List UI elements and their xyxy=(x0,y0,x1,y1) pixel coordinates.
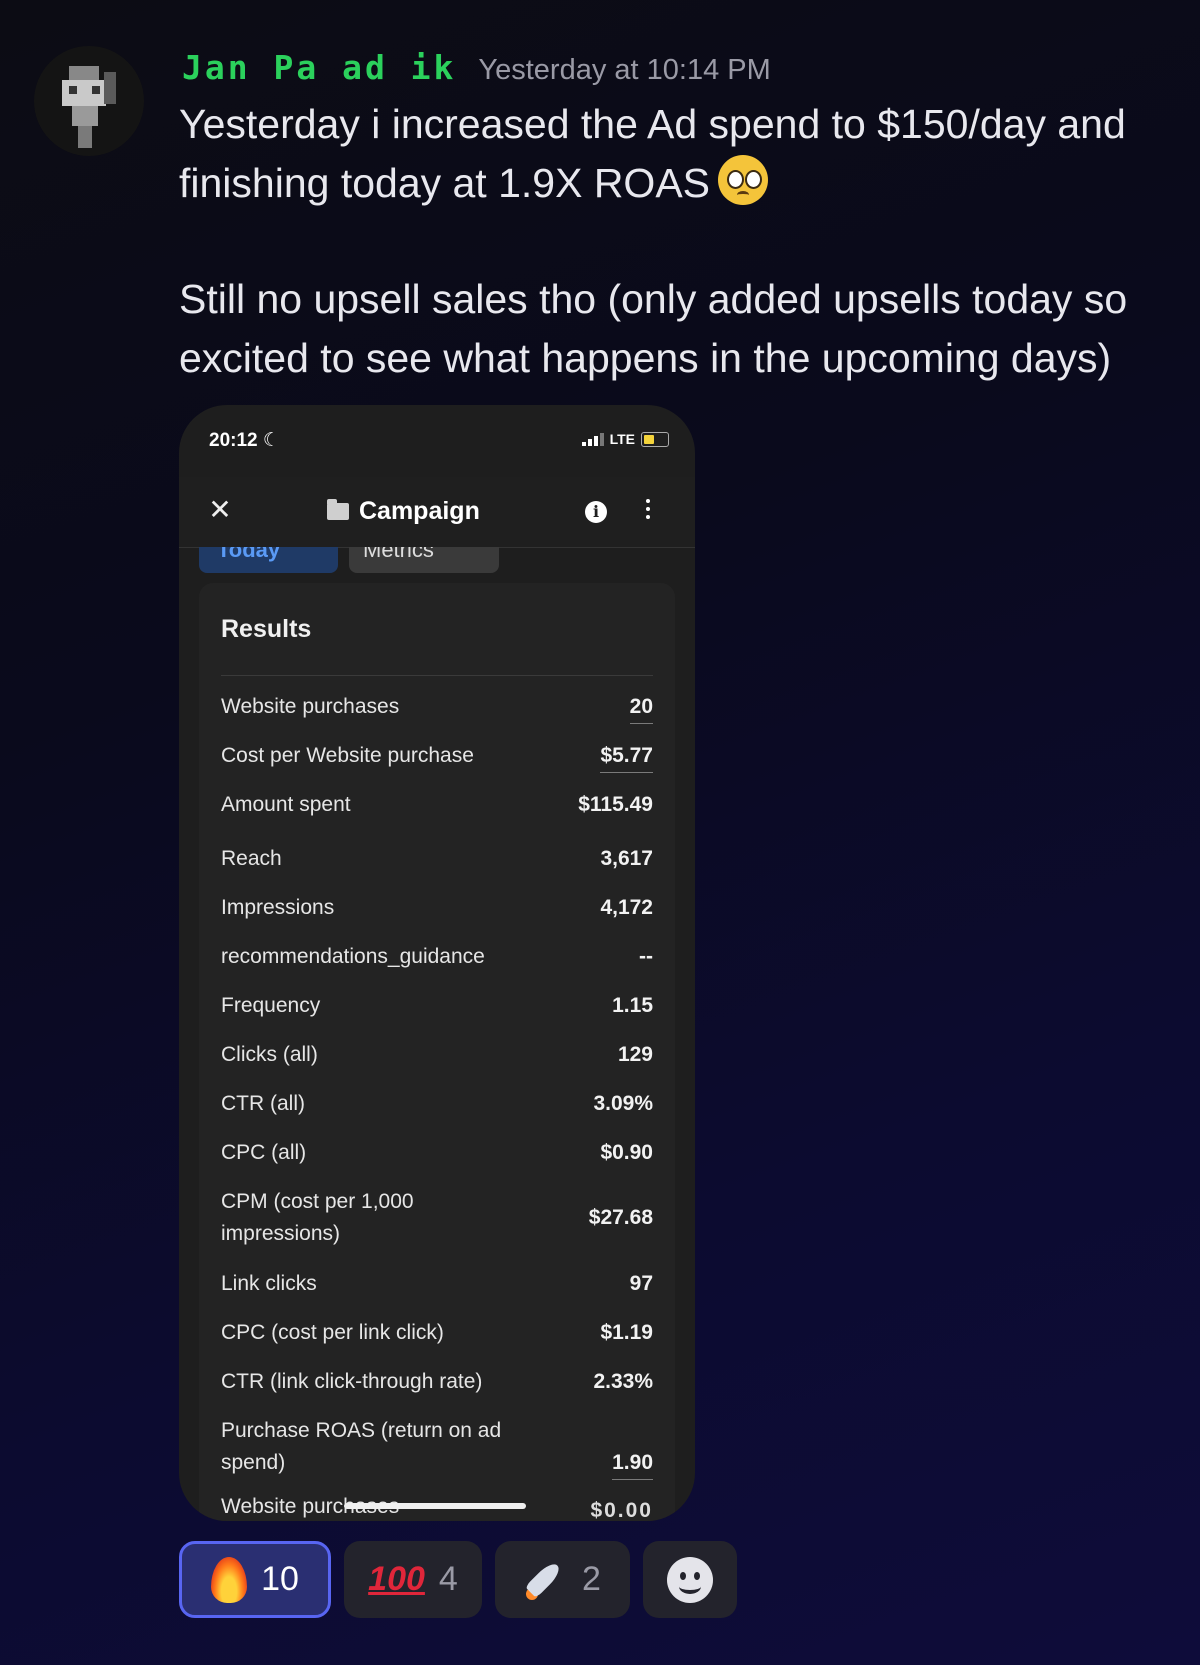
metric-label: Clicks (all) xyxy=(221,1043,318,1066)
folder-icon xyxy=(327,499,349,520)
metric-label: CPM (cost per 1,000 impressions) xyxy=(221,1190,414,1245)
metric-value: $27.68 xyxy=(588,1206,653,1229)
message-text-2: Still no upsell sales tho (only added up… xyxy=(179,276,1128,381)
reaction-hundred[interactable]: 100 4 xyxy=(344,1541,482,1618)
reaction-count: 4 xyxy=(438,1560,458,1598)
metric-value: $1.19 xyxy=(600,1321,653,1344)
results-title: Results xyxy=(221,615,312,643)
message-text-1: Yesterday i increased the Ad spend to $1… xyxy=(179,95,1179,213)
hundred-points-icon: 100 xyxy=(368,1560,425,1598)
moon-icon: ☾ xyxy=(262,430,280,451)
status-time: 20:12 xyxy=(209,430,258,451)
metric-value[interactable]: 20 xyxy=(629,691,653,724)
signal-icon xyxy=(581,432,604,446)
metric-value-cut: $0.00 xyxy=(590,1499,653,1521)
metric-label: Purchase ROAS (return on ad spend) xyxy=(221,1419,502,1474)
network-label: LTE xyxy=(609,431,635,447)
metric-value: 1.15 xyxy=(612,994,653,1017)
metric-label: Link clicks xyxy=(221,1272,317,1295)
metric-label: Amount spent xyxy=(221,793,351,816)
home-indicator xyxy=(344,1503,526,1509)
close-icon[interactable]: ✕ xyxy=(205,495,235,525)
metric-value: $0.90 xyxy=(600,1141,653,1164)
more-options-icon[interactable] xyxy=(643,495,653,525)
metric-label: Frequency xyxy=(221,994,321,1017)
avatar[interactable] xyxy=(34,46,144,156)
metric-value: 2.33% xyxy=(593,1370,653,1393)
metric-value: 4,172 xyxy=(600,896,653,919)
metric-label: Cost per Website purchase xyxy=(221,744,474,767)
metric-label: recommendations_guidance xyxy=(221,945,485,968)
metric-value: $115.49 xyxy=(578,793,653,816)
metric-value: 97 xyxy=(629,1272,653,1295)
app-topbar: ✕ Campaign i xyxy=(179,477,695,548)
fire-icon xyxy=(211,1556,248,1603)
metric-value: 3,617 xyxy=(600,847,653,870)
metric-value[interactable]: 1.90 xyxy=(612,1447,653,1480)
metric-label: CTR (all) xyxy=(221,1092,305,1115)
metric-value[interactable]: $5.77 xyxy=(600,740,653,773)
metric-label: Impressions xyxy=(221,896,335,919)
page-title-text: Campaign xyxy=(359,497,480,525)
divider xyxy=(221,675,653,676)
metric-label: CPC (all) xyxy=(221,1141,307,1164)
metric-label: Reach xyxy=(221,847,282,870)
results-card: Results Website purchases 20 Cost per Web… xyxy=(199,583,675,1521)
message-line-1: Yesterday i increased the Ad spend to $1… xyxy=(179,101,1126,206)
attached-screenshot[interactable]: 20:12 ☾ LTE ✕ Campaign i Today Metrics R… xyxy=(179,405,695,1521)
pleading-face-icon xyxy=(718,155,769,205)
metric-value: -- xyxy=(639,945,653,968)
add-reaction-icon xyxy=(667,1556,713,1603)
metric-label: CTR (link click-through rate) xyxy=(221,1370,483,1393)
metric-row[interactable]: Purchase ROAS (return on ad spend) 1.90 xyxy=(221,1415,653,1481)
add-reaction-button[interactable] xyxy=(643,1541,737,1618)
timestamp: Yesterday at 10:14 PM xyxy=(478,54,771,86)
battery-icon xyxy=(641,431,669,447)
status-bar: 20:12 ☾ LTE xyxy=(209,429,669,459)
date-filter-button[interactable]: Today xyxy=(199,547,338,573)
metric-row: CPM (cost per 1,000 impressions) $27.68 xyxy=(221,1186,653,1252)
message-header: Jan Pa ad ik Yesterday at 10:14 PM xyxy=(182,48,771,88)
info-icon[interactable]: i xyxy=(585,501,607,523)
rocket-icon xyxy=(524,1558,568,1602)
metrics-button[interactable]: Metrics xyxy=(349,547,499,573)
metric-value: 3.09% xyxy=(593,1092,653,1115)
reaction-fire[interactable]: 10 xyxy=(179,1541,331,1618)
page-title: Campaign xyxy=(327,497,480,526)
reaction-count: 2 xyxy=(582,1560,601,1598)
metric-value: 129 xyxy=(617,1043,653,1066)
metric-label: Website purchases xyxy=(221,695,400,718)
reaction-count: 10 xyxy=(261,1560,299,1598)
metric-label: CPC (cost per link click) xyxy=(221,1321,444,1344)
username[interactable]: Jan Pa ad ik xyxy=(182,48,456,87)
reaction-rocket[interactable]: 2 xyxy=(495,1541,630,1618)
